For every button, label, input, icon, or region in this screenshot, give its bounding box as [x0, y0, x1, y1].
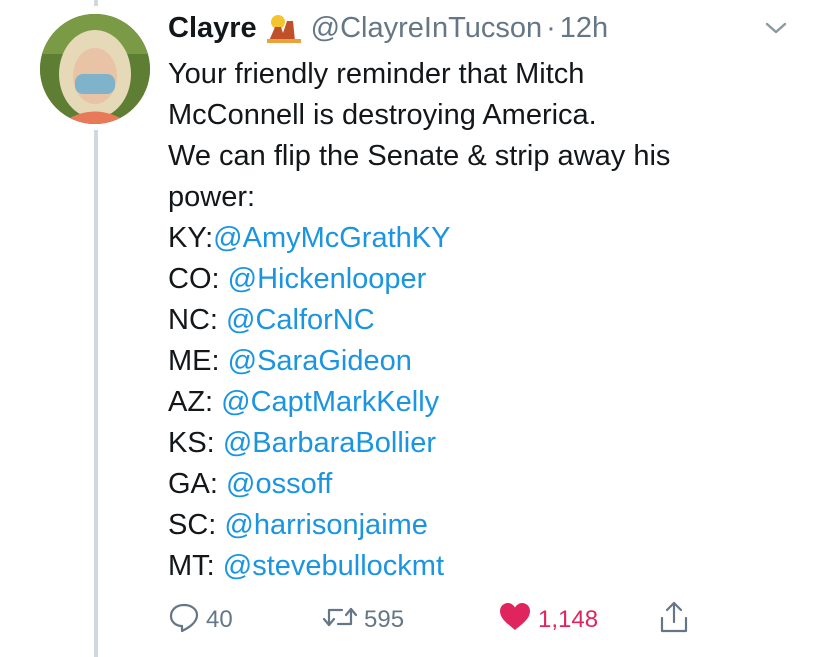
separator: · [546, 11, 556, 44]
state-prefix: CO: [168, 263, 228, 295]
text-line: We can flip the Senate & strip away his [168, 140, 671, 172]
state-prefix: NC: [168, 304, 226, 336]
text-line: Your friendly reminder that Mitch [168, 58, 585, 90]
mention-link[interactable]: @Hickenlooper [228, 263, 427, 295]
mention-link[interactable]: @BarbaraBollier [223, 427, 436, 459]
tweet[interactable]: Clayre @ClayreInTucson · 12h Your friend… [168, 6, 808, 633]
state-prefix: KS: [168, 427, 223, 459]
like-button[interactable]: 1,148 [498, 602, 598, 638]
display-name[interactable]: Clayre [168, 12, 257, 45]
mention-line: SC: @harrisonjaime [168, 505, 808, 546]
mention-line: CO: @Hickenlooper [168, 259, 808, 300]
state-prefix: MT: [168, 550, 223, 582]
reply-icon [168, 601, 206, 640]
mention-line: MT: @stevebullockmt [168, 546, 808, 587]
tweet-text: Your friendly reminder that Mitch McConn… [168, 54, 808, 587]
timestamp[interactable]: 12h [560, 12, 608, 45]
mention-line: GA: @ossoff [168, 464, 808, 505]
share-button[interactable] [658, 600, 696, 641]
state-prefix: ME: [168, 345, 228, 377]
mention-link[interactable]: @stevebullockmt [223, 550, 444, 582]
mention-line: NC: @CalforNC [168, 300, 808, 341]
state-prefix: AZ: [168, 386, 222, 418]
heart-icon [498, 601, 538, 640]
text-line: power: [168, 181, 256, 213]
mention-link[interactable]: @ossoff [226, 468, 332, 500]
mention-line: ME: @SaraGideon [168, 341, 808, 382]
mention-line: KY:@AmyMcGrathKY [168, 218, 808, 259]
reply-count: 40 [206, 606, 233, 633]
state-prefix: SC: [168, 509, 225, 541]
caret-down-icon[interactable] [764, 18, 788, 38]
mention-link[interactable]: @AmyMcGrathKY [213, 222, 450, 254]
retweet-icon [322, 601, 364, 640]
reply-button[interactable]: 40 [168, 602, 233, 638]
handle[interactable]: @ClayreInTucson [311, 12, 542, 45]
thread-line [94, 130, 98, 657]
desert-emoji-icon [266, 13, 301, 43]
state-prefix: GA: [168, 468, 227, 500]
retweet-count: 595 [364, 606, 405, 633]
tweet-header: Clayre @ClayreInTucson · 12h [168, 6, 808, 50]
share-icon [658, 600, 696, 641]
mention-line: KS: @BarbaraBollier [168, 423, 808, 464]
like-count: 1,148 [538, 606, 599, 633]
text-line: McConnell is destroying America. [168, 99, 597, 131]
mention-line: AZ: @CaptMarkKelly [168, 382, 808, 423]
mention-link[interactable]: @CaptMarkKelly [221, 386, 439, 418]
retweet-button[interactable]: 595 [322, 602, 404, 638]
avatar[interactable] [40, 14, 150, 124]
mention-link[interactable]: @CalforNC [226, 304, 375, 336]
action-bar: 40 595 1,148 [168, 600, 808, 641]
mention-link[interactable]: @harrisonjaime [224, 509, 428, 541]
thread-line-top [94, 0, 98, 6]
mention-link[interactable]: @SaraGideon [228, 345, 412, 377]
state-prefix: KY: [168, 222, 214, 254]
